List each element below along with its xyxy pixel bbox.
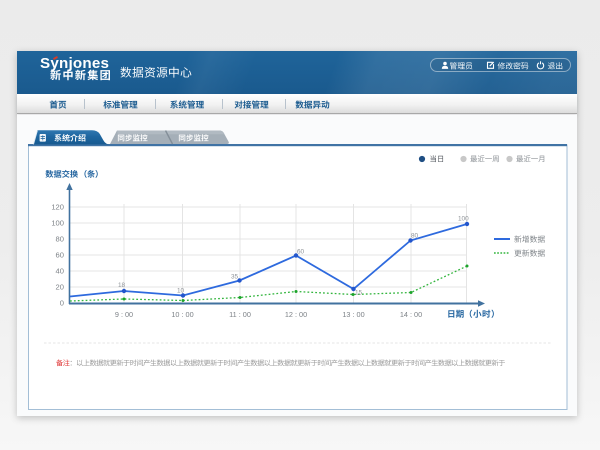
svg-text:60: 60 — [297, 249, 305, 256]
svg-text:9 : 00: 9 : 00 — [115, 310, 133, 319]
svg-text:18: 18 — [118, 282, 126, 289]
svg-text:80: 80 — [411, 233, 419, 240]
svg-text:11 : 00: 11 : 00 — [229, 310, 251, 319]
svg-text:35: 35 — [231, 274, 239, 281]
svg-text:14 : 00: 14 : 00 — [400, 310, 422, 319]
svg-text:10: 10 — [177, 288, 185, 295]
svg-text:10 : 00: 10 : 00 — [171, 310, 193, 319]
svg-text:80: 80 — [56, 235, 64, 244]
svg-text:20: 20 — [56, 283, 64, 292]
svg-text:100: 100 — [51, 219, 64, 228]
svg-text:0: 0 — [60, 299, 64, 308]
svg-text:100: 100 — [458, 216, 469, 223]
svg-text:15: 15 — [355, 290, 363, 297]
svg-text:12 : 00: 12 : 00 — [285, 310, 307, 319]
svg-text:120: 120 — [51, 203, 64, 212]
svg-text:13 : 00: 13 : 00 — [342, 310, 364, 319]
svg-text:40: 40 — [56, 267, 64, 276]
svg-text:60: 60 — [56, 251, 64, 260]
